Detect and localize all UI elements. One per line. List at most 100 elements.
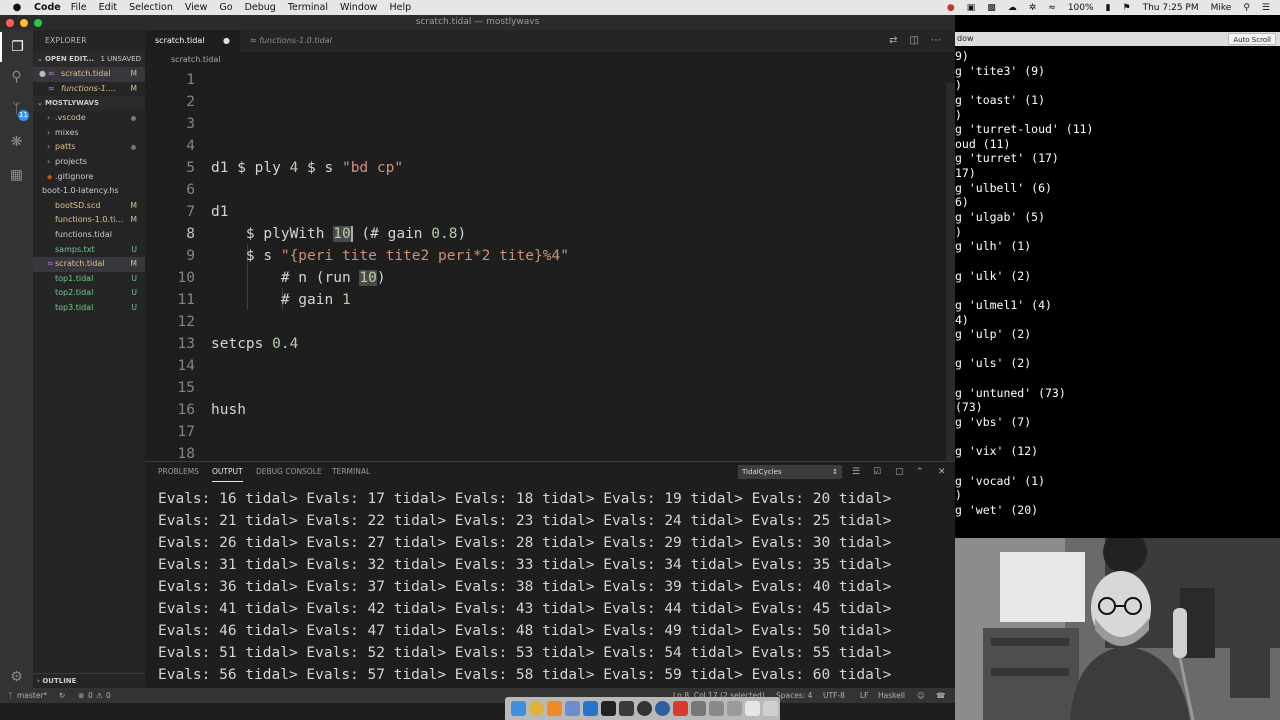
code-line[interactable]: # n (run 10) (211, 270, 386, 286)
obs-icon[interactable] (637, 701, 652, 716)
source-control-icon[interactable]: ᛉ 11 (0, 94, 33, 124)
vscode-icon[interactable] (583, 701, 598, 716)
log-lines[interactable]: 9) g 'tite3' (9)) g 'toast' (1)) g 'turret-… (955, 49, 1093, 518)
maximize-panel-icon[interactable]: ▢ (895, 462, 904, 482)
error-count[interactable]: 0 (88, 688, 93, 703)
file-item-top3[interactable]: top3.tidal U (33, 301, 145, 316)
stack-icon[interactable] (709, 701, 724, 716)
error-icon[interactable]: ⊗ (78, 688, 84, 703)
chrome-icon[interactable] (529, 701, 544, 716)
branch-icon[interactable]: ᛉ (8, 688, 13, 703)
compare-icon[interactable]: ⇄ (889, 30, 897, 52)
split-editor-icon[interactable]: ◫ (910, 30, 919, 52)
file-item-boot-latency[interactable]: boot-1.0-latency.hs (33, 184, 145, 199)
code-line[interactable]: $ plyWith 10 (# gain 0.8) (211, 226, 466, 242)
feedback-icon[interactable]: ☺ (917, 688, 925, 703)
clock[interactable]: Thu 7:25 PM (1143, 3, 1199, 13)
lock-scroll-icon[interactable]: ☑ (873, 462, 881, 482)
unsaved-dot-icon[interactable]: ● (223, 30, 230, 52)
file-item-samps[interactable]: samps.txt U (33, 243, 145, 258)
menu-edit[interactable]: Edit (99, 2, 117, 13)
chevron-up-icon[interactable]: ⌃ (916, 462, 924, 482)
file-item-scratch[interactable]: ≈ scratch.tidal M (33, 257, 145, 272)
menu-selection[interactable]: Selection (129, 2, 173, 13)
battery-percent[interactable]: 100% (1068, 3, 1094, 13)
open-editors-section[interactable]: ⌄ OPEN EDIT... 1 UNSAVED (33, 52, 145, 67)
encoding[interactable]: UTF-8 (823, 688, 845, 703)
menu-debug[interactable]: Debug (245, 2, 276, 13)
code-line[interactable]: d1 (211, 204, 228, 220)
notification-center-icon[interactable]: ☰ (1262, 3, 1270, 13)
menu-app-name[interactable]: Code (34, 2, 61, 13)
explorer-icon[interactable]: ❐ (0, 32, 33, 62)
sublime-icon[interactable] (547, 701, 562, 716)
clear-output-icon[interactable]: ☰ (852, 462, 860, 482)
downloads-icon[interactable] (745, 701, 760, 716)
git-branch[interactable]: master* (17, 688, 47, 703)
tab-functions[interactable]: ≈ functions-1.0.tidal (240, 30, 360, 52)
code-line[interactable]: d1 $ ply 4 $ s "bd cp" (211, 160, 403, 176)
app-status-icon[interactable]: ● (947, 3, 955, 13)
debug-icon[interactable]: ❋ (0, 127, 33, 157)
user-name[interactable]: Mike (1211, 3, 1232, 13)
breadcrumb[interactable]: scratch.tidal (145, 52, 955, 68)
spotlight-search-icon[interactable]: ⚲ (1243, 3, 1250, 13)
tab-terminal[interactable]: TERMINAL (332, 462, 370, 482)
battery-icon[interactable]: ▮ (1106, 3, 1111, 13)
folder-section[interactable]: ⌄ MOSTLYWAVS (33, 96, 145, 112)
minimize-window-button[interactable] (20, 19, 28, 27)
activity-monitor-icon[interactable] (619, 701, 634, 716)
file-item-gitignore[interactable]: ◆ .gitignore (33, 170, 145, 185)
browser-icon[interactable] (655, 701, 670, 716)
menu-window[interactable]: Window (340, 2, 377, 13)
trash-icon[interactable] (763, 701, 778, 716)
close-panel-icon[interactable]: ✕ (938, 462, 946, 482)
folder-item-projects[interactable]: › projects (33, 155, 145, 170)
menu-terminal[interactable]: Terminal (288, 2, 328, 13)
warning-count[interactable]: 0 (106, 688, 111, 703)
tab-scratch[interactable]: scratch.tidal ● (145, 30, 240, 52)
menu-view[interactable]: View (185, 2, 208, 13)
display-icon[interactable]: ▣ (967, 3, 976, 13)
folder-item-mixes[interactable]: › mixes (33, 126, 145, 141)
end-of-line[interactable]: LF (860, 688, 869, 703)
file-item-top2[interactable]: top2.tidal U (33, 286, 145, 301)
notifications-bell-icon[interactable]: ☎ (936, 688, 945, 703)
menu-help[interactable]: Help (389, 2, 411, 13)
open-editor-item[interactable]: ● ≈ scratch.tidal M (33, 67, 145, 82)
window-icon[interactable] (691, 701, 706, 716)
file-item-top1[interactable]: top1.tidal U (33, 272, 145, 287)
folder-item-patts[interactable]: › patts (33, 140, 145, 155)
code-line[interactable]: $ s "{peri tite tite2 peri*2 tite}%4" (211, 248, 569, 264)
code-editor[interactable]: 1 2 3 4 5 d1 $ ply 4 $ s "bd cp" 6 7 d1 8 $ plyWi… (145, 68, 945, 473)
folder-stack-icon[interactable] (727, 701, 742, 716)
dirty-dot-icon[interactable]: ● (39, 67, 46, 82)
tab-problems[interactable]: PROBLEMS (158, 462, 199, 482)
flag-icon[interactable]: ⚑ (1123, 3, 1131, 13)
terminal-icon[interactable] (601, 701, 616, 716)
more-actions-icon[interactable]: ⋯ (931, 30, 941, 52)
outline-section[interactable]: › OUTLINE (33, 673, 145, 688)
tab-output[interactable]: OUTPUT (212, 462, 243, 482)
editor-scrollbar[interactable] (946, 83, 955, 473)
file-item-functions[interactable]: functions.tidal (33, 228, 145, 243)
code-line[interactable]: hush (211, 402, 246, 418)
tab-debug-console[interactable]: DEBUG CONSOLE (256, 462, 322, 482)
briefcase-icon[interactable]: ▩ (987, 3, 996, 13)
finder-icon[interactable] (511, 701, 526, 716)
output-channel-select[interactable]: TidalCycles ↕ (738, 465, 842, 479)
app-icon[interactable] (565, 701, 580, 716)
output-log[interactable]: Evals: 16 tidal> Evals: 17 tidal> Evals:… (158, 488, 891, 686)
auto-scroll-button[interactable]: Auto Scroll (1228, 33, 1276, 45)
code-line[interactable]: # gain 1 (211, 292, 351, 308)
menu-file[interactable]: File (71, 2, 87, 13)
menu-go[interactable]: Go (219, 2, 232, 13)
bluetooth-icon[interactable]: ✲ (1029, 3, 1037, 13)
open-editor-item[interactable]: ≈ functions-1.... M (33, 82, 145, 97)
code-line[interactable]: setcps 0.4 (211, 336, 298, 352)
scribus-icon[interactable] (673, 701, 688, 716)
zoom-window-button[interactable] (34, 19, 42, 27)
search-icon[interactable]: ⚲ (0, 62, 33, 92)
wifi-icon[interactable]: ≈ (1048, 3, 1056, 13)
warning-icon[interactable]: ⚠ (96, 688, 103, 703)
